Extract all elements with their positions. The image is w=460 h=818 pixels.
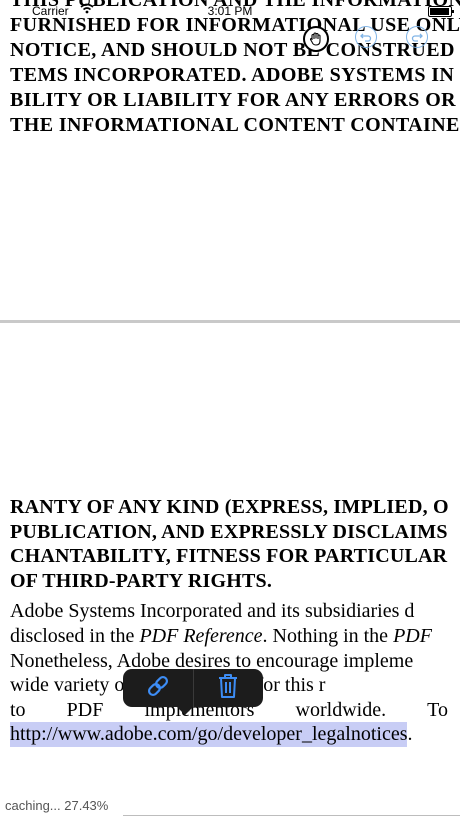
popup-arrow bbox=[177, 707, 193, 715]
caching-progress-track bbox=[123, 815, 460, 816]
text-line: TEMS INCORPORATED. ADOBE SYSTEMS IN bbox=[10, 64, 455, 86]
text-line: RANTY OF ANY KIND (EXPRESS, IMPLIED, O bbox=[10, 496, 449, 518]
selected-link[interactable]: http://www.adobe.com/go/developer_legaln… bbox=[10, 722, 408, 747]
undo-icon[interactable] bbox=[355, 26, 377, 48]
hand-tool-icon[interactable] bbox=[303, 26, 329, 52]
text-line: CHANTABILITY, FITNESS FOR PARTICULAR bbox=[10, 545, 448, 568]
text-line: NOTICE, AND SHOULD NOT BE CONSTRUED bbox=[10, 39, 455, 61]
caching-status: caching... 27.43% bbox=[5, 798, 109, 813]
text-line: THE INFORMATIONAL CONTENT CONTAINED bbox=[10, 114, 460, 136]
link-context-menu bbox=[123, 669, 264, 715]
status-bar: Carrier 3:01 PM bbox=[0, 0, 460, 22]
clock: 3:01 PM bbox=[207, 4, 253, 18]
text-line: PUBLICATION, AND EXPRESSLY DISCLAIMS bbox=[10, 520, 448, 543]
trash-icon bbox=[216, 672, 240, 705]
text-line: http://www.adobe.com/go/developer_legaln… bbox=[10, 722, 413, 747]
text-line: OF THIRD-PARTY RIGHTS. bbox=[10, 569, 273, 592]
text-line: Adobe Systems Incorporated and its subsi… bbox=[10, 600, 415, 623]
delete-link-button[interactable] bbox=[194, 669, 264, 707]
pdf-page-2-text: RANTY OF ANY KIND (EXPRESS, IMPLIED, O P… bbox=[10, 495, 460, 747]
pdf-page-1-text: THIS PUBLICATION AND THE INFORMATION FUR… bbox=[10, 0, 460, 138]
edit-link-button[interactable] bbox=[123, 669, 193, 707]
redo-icon[interactable] bbox=[406, 26, 428, 48]
link-icon bbox=[144, 672, 172, 705]
battery-icon bbox=[428, 6, 454, 17]
text-line: BILITY OR LIABILITY FOR ANY ERRORS OR bbox=[10, 89, 456, 111]
page-divider bbox=[0, 320, 460, 323]
text-line: disclosed in the PDF Reference. Nothing … bbox=[10, 624, 432, 647]
